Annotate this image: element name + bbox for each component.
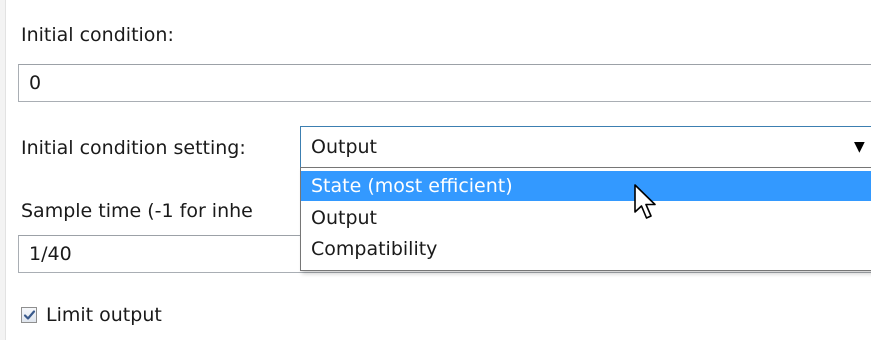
limit-output-label: Limit output	[46, 304, 162, 326]
dropdown-option-label: Compatibility	[311, 238, 438, 260]
dropdown-option-output[interactable]: Output	[301, 203, 871, 233]
ic-setting-select[interactable]: Output ▼	[300, 126, 871, 168]
dropdown-option-label: State (most efficient)	[311, 175, 513, 197]
dropdown-option-compatibility[interactable]: Compatibility	[301, 234, 871, 264]
dropdown-option-label: Output	[311, 207, 377, 229]
initial-condition-field[interactable]: 0	[18, 64, 871, 102]
chevron-down-icon[interactable]: ▼	[854, 139, 865, 155]
sample-time-label: Sample time (-1 for inhe	[21, 200, 253, 222]
ic-setting-label: Initial condition setting:	[21, 137, 246, 159]
mouse-pointer-icon	[634, 184, 656, 219]
checkmark-icon	[23, 310, 36, 320]
initial-condition-label: Initial condition:	[21, 24, 174, 46]
sample-time-value: 1/40	[29, 243, 72, 265]
dropdown-option-state[interactable]: State (most efficient)	[301, 171, 871, 201]
ic-setting-dropdown-list: State (most efficient) Output Compatibil…	[300, 167, 871, 271]
initial-condition-value: 0	[29, 72, 42, 94]
dialog-left-edge	[0, 0, 6, 340]
limit-output-checkbox[interactable]	[21, 307, 37, 323]
ic-setting-selected-value: Output	[311, 136, 377, 158]
